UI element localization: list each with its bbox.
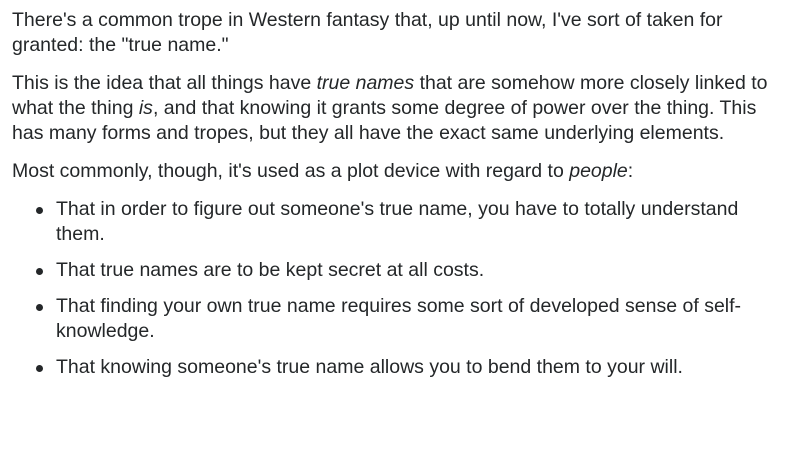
- list-item: That true names are to be kept secret at…: [36, 258, 779, 283]
- text-span: Most commonly, though, it's used as a pl…: [12, 160, 570, 182]
- emphasis-people: people: [569, 160, 628, 182]
- post-body: There's a common trope in Western fantas…: [0, 0, 793, 380]
- text-span: :: [627, 160, 634, 182]
- paragraph-intro: There's a common trope in Western fantas…: [12, 9, 723, 56]
- list-item: That in order to figure out someone's tr…: [36, 197, 779, 247]
- bullet-list: That in order to figure out someone's tr…: [12, 197, 779, 380]
- emphasis-true-names: true names: [316, 72, 415, 94]
- paragraph-definition: This is the idea that all things have tr…: [12, 71, 779, 146]
- emphasis-is: is: [138, 97, 153, 119]
- paragraph-plot-device: Most commonly, though, it's used as a pl…: [12, 159, 779, 184]
- list-item: That finding your own true name requires…: [36, 294, 779, 344]
- list-item: That knowing someone's true name allows …: [36, 355, 779, 380]
- text-span: This is the idea that all things have: [12, 72, 317, 94]
